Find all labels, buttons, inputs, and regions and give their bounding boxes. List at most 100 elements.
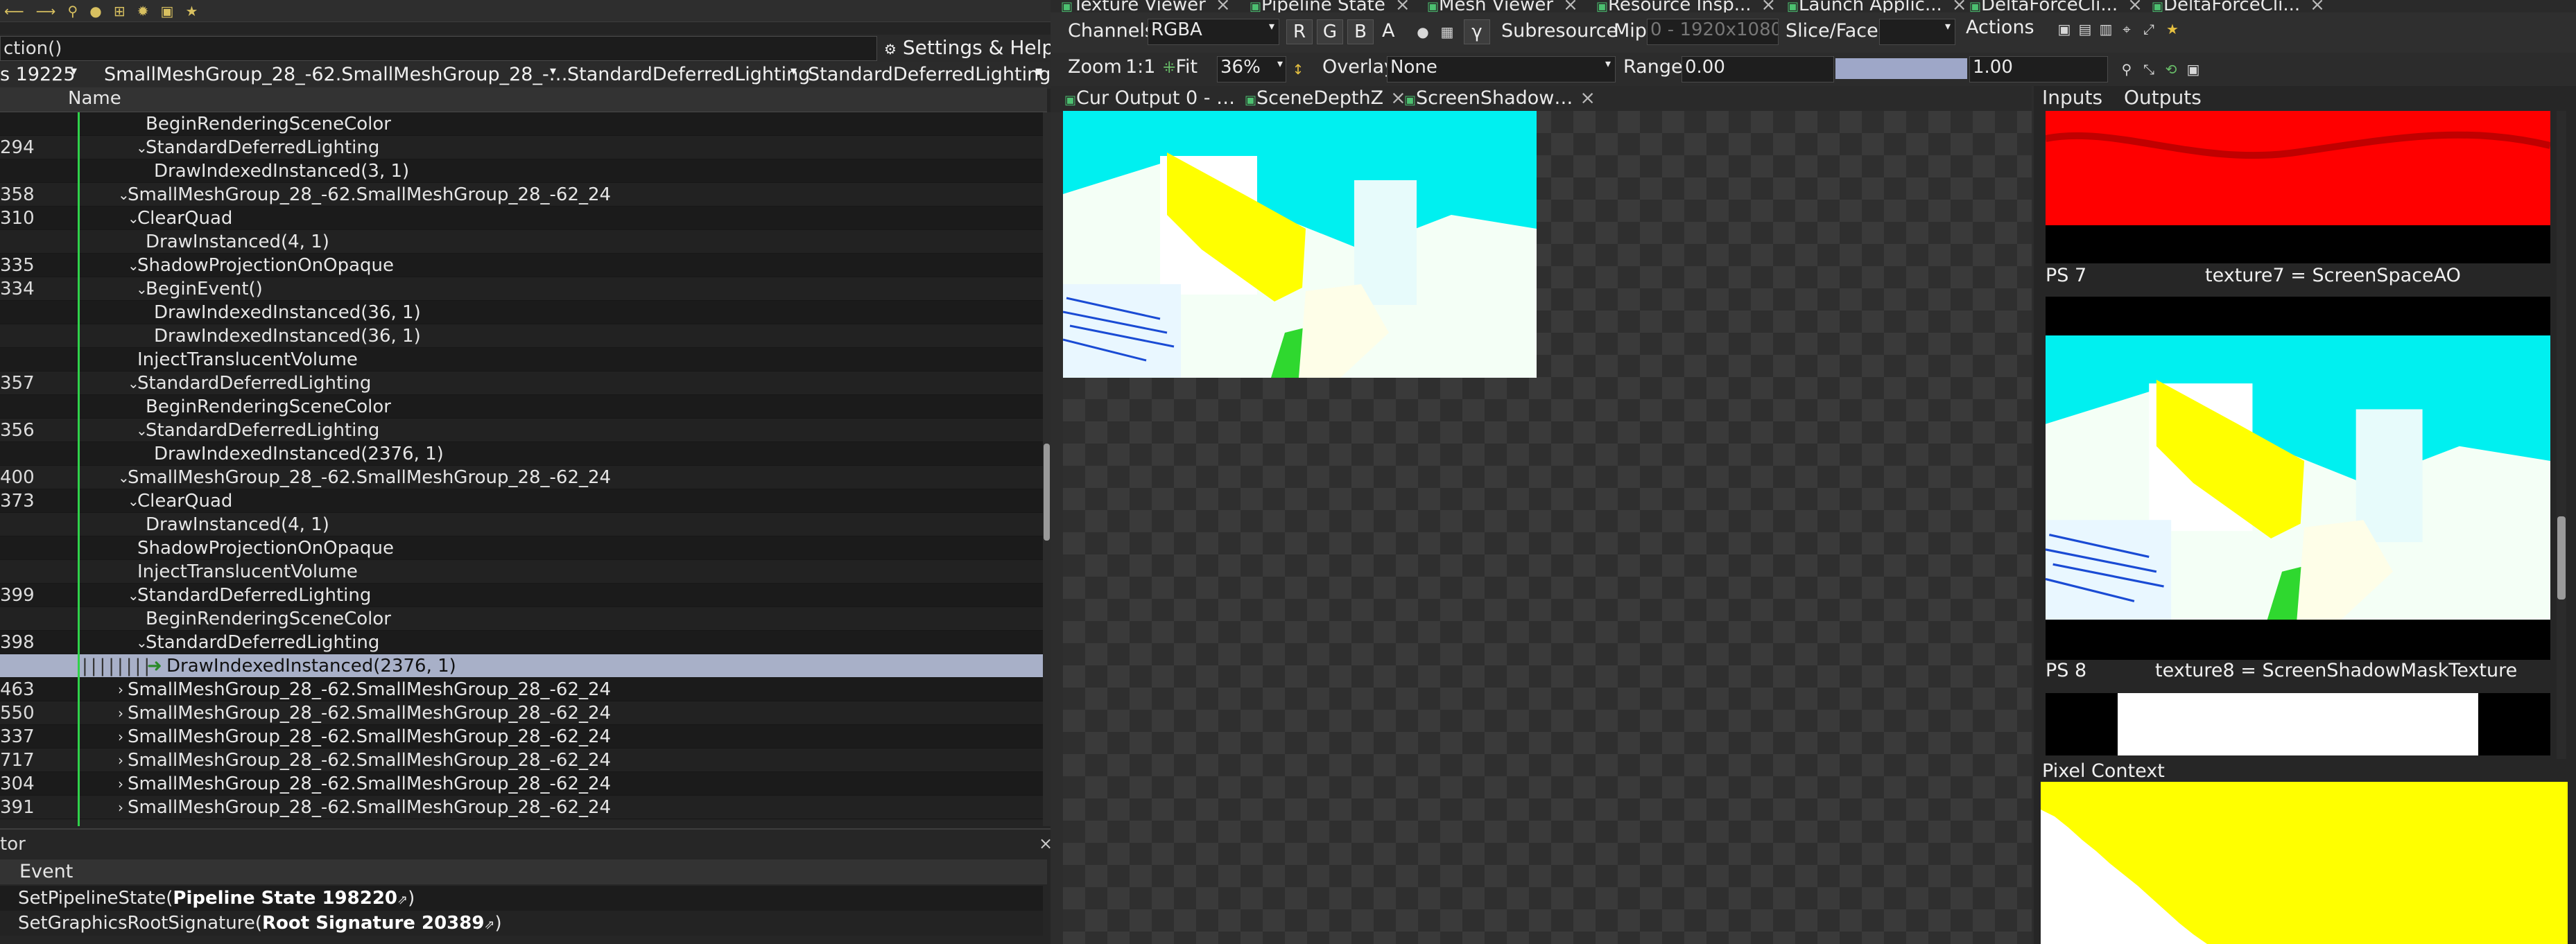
close-icon[interactable]: × [1761,0,1777,12]
chevron-right-icon[interactable]: › [118,701,123,725]
event-row[interactable]: SetPipelineState(Pipeline State 198220⇗) [0,886,1043,911]
tree-row[interactable]: DrawIndexedInstanced(36, 1) [0,324,1043,348]
tab-capture-1[interactable]: ▣DeltaForceCli... × [1969,0,2143,12]
range-min-input[interactable]: 0.00 [1682,56,1834,82]
green-channel-toggle[interactable]: G [1317,19,1343,44]
range-max-input[interactable]: 1.00 [1969,56,2108,82]
tree-row[interactable]: BeginRenderingSceneColor [0,112,1043,136]
event-object-link[interactable]: Pipeline State 198220 [173,888,397,909]
checkerboard-icon[interactable]: ▦ [1439,24,1455,40]
chevron-right-icon[interactable]: › [118,725,123,749]
arrow-right-icon[interactable]: ⟶ [36,3,56,19]
io-scrollbar[interactable] [2557,111,2566,759]
event-object-link[interactable]: Root Signature 20389 [262,913,484,934]
chevron-down-icon[interactable]: ▾ [71,64,77,78]
tab-texture-viewer[interactable]: ▣Texture Viewer × [1061,0,1231,12]
close-icon[interactable]: × [2127,0,2143,12]
chevron-down-icon[interactable]: ▾ [790,64,797,78]
reset-icon[interactable]: ⟲ [2163,61,2179,78]
close-icon[interactable]: × [1563,0,1578,12]
tree-row[interactable]: 294 ⌄ StandardDeferredLighting [0,136,1043,159]
breadcrumb-item[interactable]: StandardDeferredLighting [808,64,1051,85]
tree-row[interactable]: |||||||| ➜ DrawIndexedInstanced(2376, 1) [0,654,1043,678]
tree-row[interactable]: ShadowProjectionOnOpaque [0,536,1043,560]
mip-select[interactable]: 0 - 1920x1080 [1647,19,1779,45]
tab-launch-application[interactable]: ▣Launch Applic... × [1787,0,1967,12]
range-slider[interactable] [1835,58,1967,79]
close-icon[interactable]: × [1580,87,1596,109]
tab-pipeline-state[interactable]: ▣Pipeline State × [1250,0,1410,12]
tab-scene-depth[interactable]: ▣SceneDepthZ × [1245,87,1406,109]
tree-row[interactable]: 391 › SmallMeshGroup_28_-62.SmallMeshGroup… [0,796,1043,819]
tab-screen-shadow[interactable]: ▣ScreenShadow… × [1404,87,1596,109]
tab-resource-inspector[interactable]: ▣Resource Insp... × [1596,0,1776,12]
breadcrumb-item[interactable]: s 19225 [0,64,76,85]
close-icon[interactable]: × [1039,834,1053,853]
gamma-toggle[interactable]: γ [1464,19,1490,44]
save-icon[interactable]: ▣ [2056,21,2073,37]
color-picker-icon[interactable]: ● [1415,24,1431,40]
io-scrollbar-thumb[interactable] [2557,516,2566,600]
tree-row[interactable]: InjectTranslucentVolume [0,348,1043,372]
tree-row[interactable]: 463 › SmallMeshGroup_28_-62.SmallMeshGroup… [0,678,1043,701]
texture-thumbnail[interactable] [2046,111,2550,225]
alpha-channel-toggle[interactable]: A [1382,20,1394,42]
tab-capture-2[interactable]: ▣DeltaForceCli... × [2152,0,2325,12]
breadcrumb-item[interactable]: SmallMeshGroup_28_-62.SmallMeshGroup_28_… [104,64,568,85]
settings-help-button[interactable]: ⚙ Settings & Help [884,36,1054,61]
red-channel-toggle[interactable]: R [1286,19,1313,44]
slice-face-select[interactable]: ▾ [1879,19,1955,45]
chevron-right-icon[interactable]: › [118,749,123,772]
tree-row[interactable]: DrawInstanced(4, 1) [0,513,1043,536]
close-icon[interactable]: × [1952,0,1967,12]
bookmark-icon[interactable]: ▪ [1035,64,1043,78]
breadcrumb-item[interactable]: StandardDeferredLighting [567,64,810,85]
close-icon[interactable]: × [1395,0,1410,12]
sun-icon[interactable]: ✹ [137,3,149,19]
name-column-header[interactable]: Name [68,88,121,109]
close-icon[interactable]: × [2310,0,2325,12]
tree-row[interactable]: 550 › SmallMeshGroup_28_-62.SmallMeshGroup… [0,701,1043,725]
outputs-tab[interactable]: Outputs [2124,86,2202,109]
copy-icon[interactable]: ▥ [2098,21,2114,37]
tree-row[interactable]: BeginRenderingSceneColor [0,607,1043,631]
filter-input[interactable]: ction() [0,36,877,61]
tree-row[interactable]: 398 ⌄ StandardDeferredLighting [0,631,1043,654]
tree-icon[interactable]: ⊞ [114,3,126,19]
tree-row[interactable]: 400 ⌄ SmallMeshGroup_28_-62.SmallMeshGroup… [0,466,1043,489]
texture-thumbnail[interactable] [2046,335,2550,620]
flip-y-icon[interactable]: ↕ [1290,61,1306,78]
tree-row[interactable]: DrawIndexedInstanced(2376, 1) [0,442,1043,466]
tree-row[interactable]: 357 ⌄ StandardDeferredLighting [0,372,1043,395]
tree-row[interactable]: 717 › SmallMeshGroup_28_-62.SmallMeshGroup… [0,749,1043,772]
tree-row[interactable]: 304 › SmallMeshGroup_28_-62.SmallMeshGroup… [0,772,1043,796]
star-icon[interactable]: ★ [2164,21,2181,37]
tree-row[interactable]: DrawInstanced(4, 1) [0,230,1043,254]
tree-row[interactable]: DrawIndexedInstanced(36, 1) [0,301,1043,324]
tree-scrollbar-thumb[interactable] [1044,444,1050,541]
autofit-icon[interactable]: ⤡ [2141,61,2157,78]
zoom-1to1-button[interactable]: 1:1 [1125,56,1155,78]
tab-mesh-viewer[interactable]: ▣Mesh Viewer × [1427,0,1578,12]
tree-row[interactable]: 358 ⌄ SmallMeshGroup_28_-62.SmallMeshGroup… [0,183,1043,207]
inputs-tab[interactable]: Inputs [2042,86,2102,109]
chevron-right-icon[interactable]: › [118,796,123,819]
tree-row[interactable]: 337 › SmallMeshGroup_28_-62.SmallMeshGroup… [0,725,1043,749]
tab-cur-output[interactable]: ▣Cur Output 0 - … [1064,87,1235,109]
locate-icon[interactable]: ⌖ [2118,21,2135,37]
blue-channel-toggle[interactable]: B [1347,19,1374,44]
zoom-range-icon[interactable]: ⚲ [2118,61,2135,78]
arrow-left-icon[interactable]: ⟵ [4,3,24,19]
fit-button[interactable]: ⁜Fit [1163,56,1198,78]
close-icon[interactable]: × [1216,0,1231,12]
histogram-icon[interactable]: ▣ [2185,61,2202,78]
event-column-header[interactable]: Event [0,859,1047,884]
pixel-context-view[interactable] [2041,782,2568,944]
star-icon[interactable]: ★ [186,3,198,19]
event-row[interactable]: SetGraphicsRootSignature(Root Signature … [0,911,1043,936]
chevron-right-icon[interactable]: › [118,772,123,796]
texture-thumbnail[interactable] [2046,693,2550,755]
chevron-right-icon[interactable]: › [118,678,123,701]
expand-icon[interactable]: ⤢ [2141,21,2157,37]
save-icon[interactable]: ▣ [161,3,174,19]
